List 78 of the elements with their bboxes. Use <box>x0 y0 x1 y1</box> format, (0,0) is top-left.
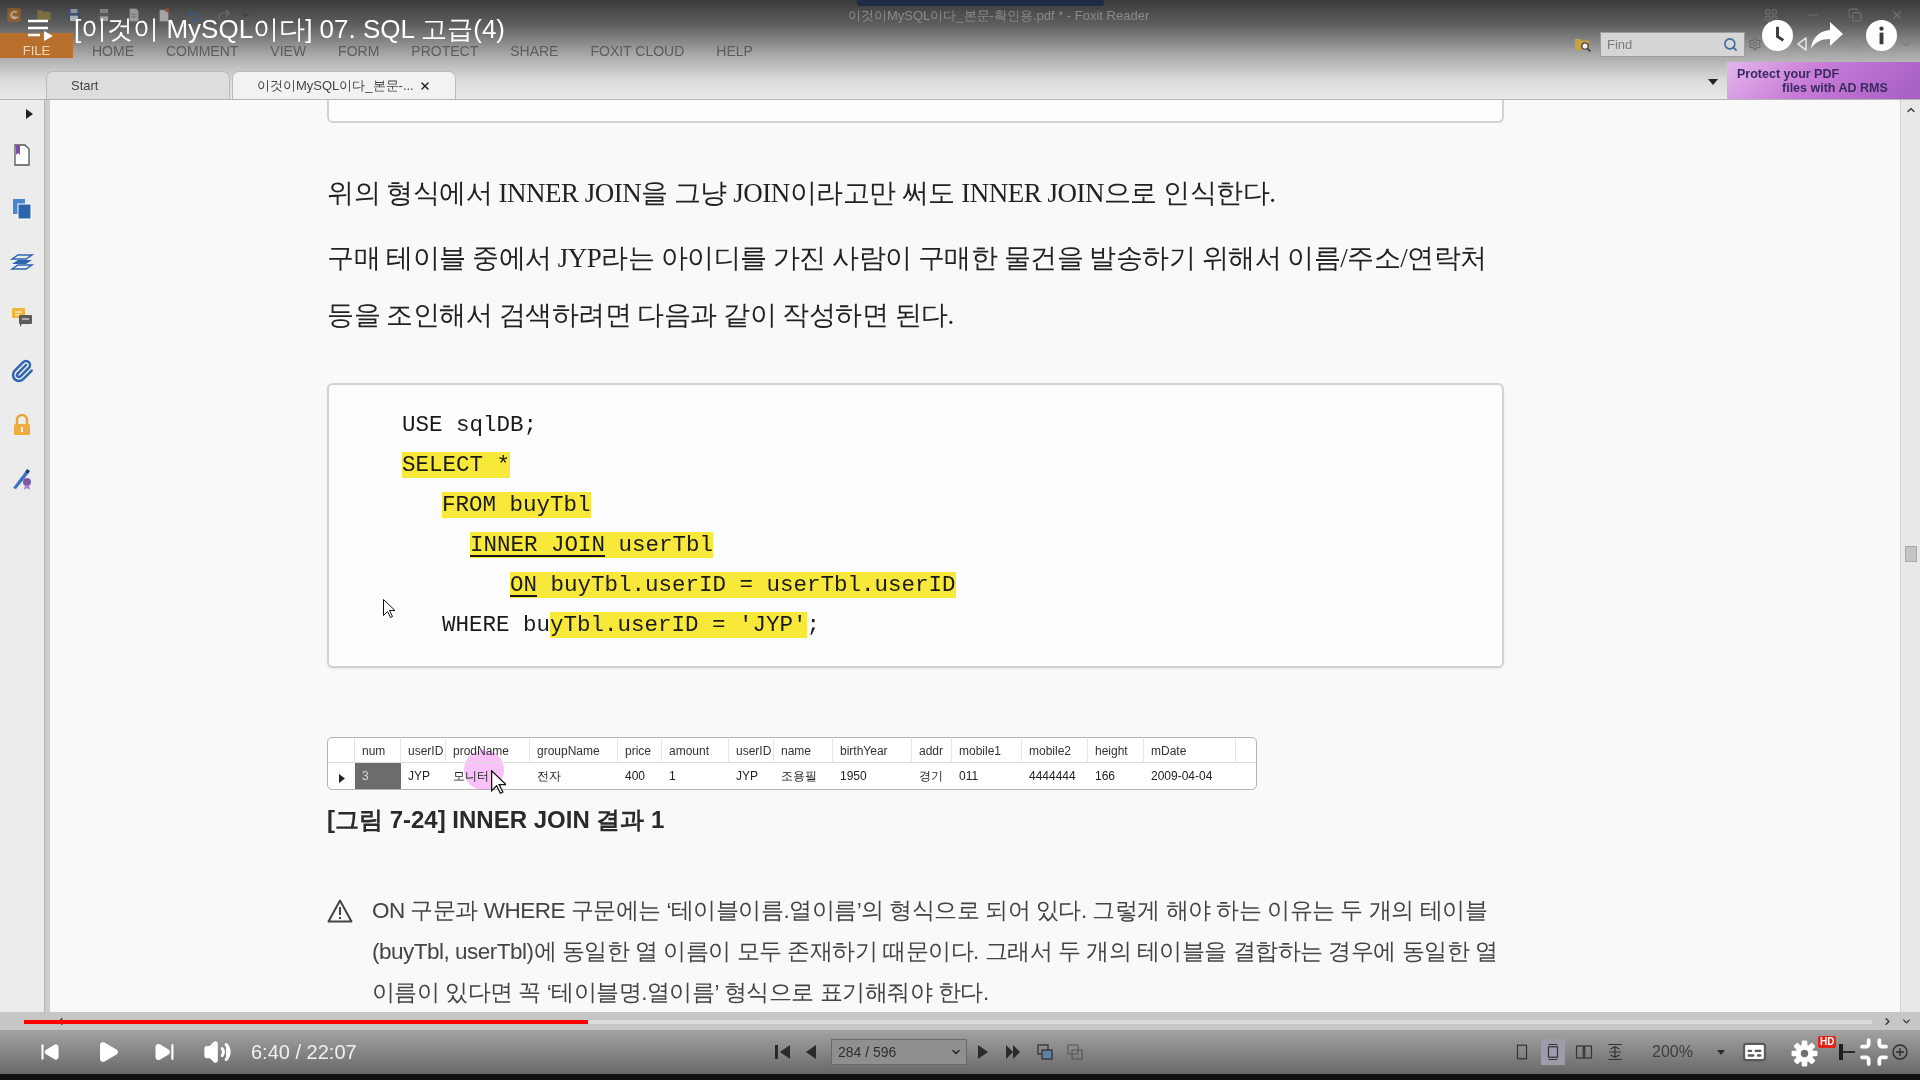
cell-text: JYP <box>408 769 430 783</box>
triangle-left-icon[interactable] <box>1797 37 1807 51</box>
horizontal-scrollbar[interactable] <box>0 1012 1920 1030</box>
figure-caption: [그림 7-24] INNER JOIN 결과 1 <box>327 805 665 835</box>
vertical-scrollbar[interactable] <box>1900 100 1920 1012</box>
column-header[interactable]: name <box>774 738 833 763</box>
column-header[interactable]: amount <box>662 738 729 763</box>
hd-badge: HD <box>1817 1036 1837 1048</box>
body-paragraph: 위의 형식에서 INNER JOIN을 그냥 JOIN이라고만 써도 INNER JOIN으로 인식한다. <box>327 177 1277 210</box>
info-icon[interactable] <box>1866 20 1897 51</box>
cell-text: 166 <box>1095 769 1116 783</box>
cell-text: 조용필 <box>781 769 817 783</box>
pages-icon[interactable] <box>10 197 34 221</box>
column-header[interactable]: birthYear <box>833 738 912 763</box>
warning-icon <box>327 899 353 923</box>
window-title: 이것이MySQL이다_본문-확인용.pdf * - Foxit Reader <box>848 8 1150 22</box>
app-logo-icon[interactable] <box>6 7 22 23</box>
cell-text: 1 <box>669 769 676 783</box>
column-header[interactable]: addr <box>912 738 952 763</box>
previous-page-icon[interactable] <box>806 1044 816 1060</box>
code-line: ON buyTbl.userID = userTbl.userID <box>510 571 956 600</box>
cell-text: 모니터 <box>453 769 489 783</box>
expand-arrow-icon[interactable] <box>25 109 33 119</box>
code-line: INNER JOIN userTbl <box>470 531 714 560</box>
video-title[interactable]: [이것이 MySQL이다] 07. SQL 고급(4) <box>74 16 505 42</box>
clock-icon[interactable] <box>1762 20 1793 51</box>
settings-icon[interactable] <box>1790 1040 1818 1067</box>
volume-icon[interactable] <box>203 1038 232 1066</box>
mouse-pointer-icon <box>383 599 395 618</box>
next-page-icon[interactable] <box>978 1044 988 1060</box>
document-tab[interactable]: Start <box>46 71 230 99</box>
document-tab[interactable]: 이것이MySQL이다_본문-... <box>232 71 456 99</box>
page-number-field[interactable]: 284 / 596 <box>831 1039 967 1065</box>
chevron-right-icon[interactable] <box>1882 1015 1893 1027</box>
paperclip-icon[interactable] <box>10 359 34 383</box>
cell-text: 4444444 <box>1029 769 1076 783</box>
note-paragraph: ON 구문과 WHERE 구문에는 ‘테이블이름.열이름’의 형식으로 되어 있다. 그렇게 해야 하는 이유는 두 개의 테이블(buyTbl, userTbl)에 동일한 열 이름이 모두 존재하기 때문이다. 그래서 두 개의 테이블을 결합하는 경우에 동일한 열 이름이 있다면 꼭 ‘테이블명.열이름’ 형식으로 표기해줘야 한다. <box>372 897 1499 1007</box>
last-page-icon[interactable] <box>1006 1044 1021 1060</box>
column-header[interactable]: userID <box>729 738 774 763</box>
promo-banner[interactable]: Protect your PDF files with AD RMS <box>1727 62 1920 99</box>
column-header[interactable]: userID <box>401 738 446 763</box>
column-header[interactable]: mDate <box>1144 738 1236 763</box>
column-header[interactable]: groupName <box>530 738 618 763</box>
signature-icon[interactable] <box>10 467 34 491</box>
folder-icon[interactable] <box>36 7 52 23</box>
column-header[interactable]: price <box>618 738 662 763</box>
cell-text: 1950 <box>840 769 867 783</box>
code-line: USE sqlDB; <box>402 411 538 440</box>
next-icon[interactable] <box>154 1041 175 1063</box>
share-icon[interactable] <box>1811 22 1843 49</box>
scrollbar-thumb[interactable] <box>1904 546 1917 562</box>
column-header[interactable]: mobile2 <box>1022 738 1088 763</box>
cell-text: JYP <box>736 769 758 783</box>
cell-text: 400 <box>625 769 646 783</box>
close-tab-icon[interactable] <box>419 79 431 92</box>
previous-icon[interactable] <box>40 1041 60 1063</box>
progress-track[interactable] <box>24 1020 1872 1024</box>
caret-down-icon[interactable] <box>1708 79 1718 85</box>
cell-text: 전자 <box>537 769 561 783</box>
cell-text: 3 <box>362 769 369 783</box>
cell-text: 경기 <box>919 769 943 783</box>
zoom-slider-thumb[interactable] <box>1839 1044 1844 1060</box>
playlist-icon[interactable] <box>28 19 55 41</box>
cell-text: 2009-04-04 <box>1151 769 1213 783</box>
search-icon[interactable] <box>1723 36 1738 52</box>
column-header[interactable]: mobile1 <box>952 738 1022 763</box>
cell-text: 011 <box>959 769 979 783</box>
column-header[interactable]: prodName <box>446 738 530 763</box>
comments-icon[interactable] <box>10 305 34 329</box>
column-header[interactable]: height <box>1088 738 1144 763</box>
grid-icon[interactable] <box>1764 8 1778 22</box>
exit-fullscreen-icon[interactable] <box>1858 1036 1891 1068</box>
first-page-icon[interactable] <box>775 1044 790 1060</box>
time-display: 6:40 / 22:07 <box>251 1042 357 1062</box>
zoom-in-icon[interactable] <box>1892 1044 1909 1060</box>
search-folder-icon[interactable] <box>1574 36 1592 52</box>
body-paragraph: 구매 테이블 중에서 JYP라는 아이디를 가진 사람이 구매한 물건을 발송하기 위해서 이름/주소/연락처 등을 조인해서 검색하려면 다음과 같이 작성하면 된다. <box>327 242 1488 332</box>
stacked-pages-icon[interactable] <box>1037 1044 1053 1060</box>
